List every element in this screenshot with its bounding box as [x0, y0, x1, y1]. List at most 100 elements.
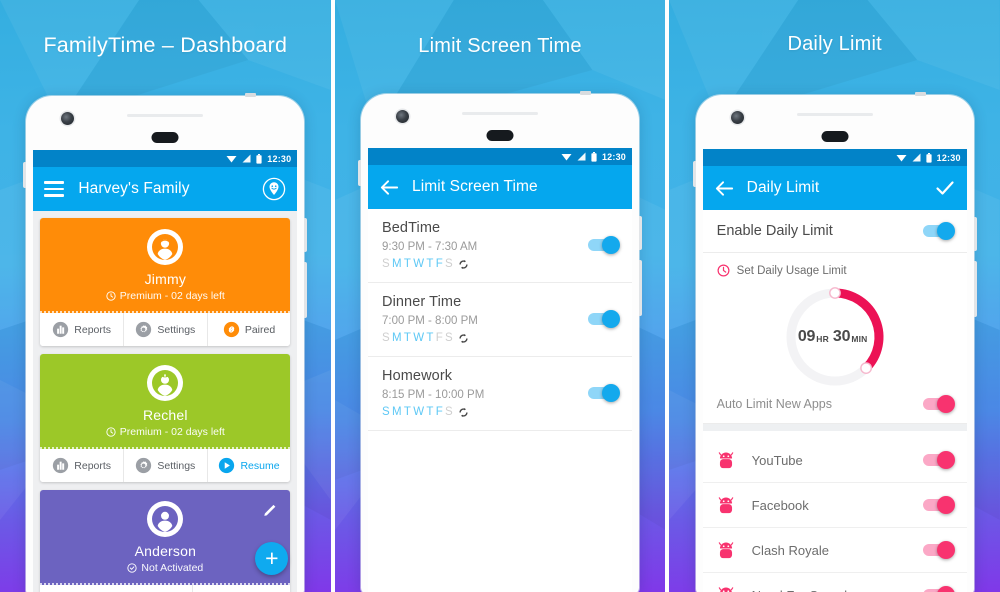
- how-to-activate-button[interactable]: How to Activate/Pair: [40, 585, 193, 592]
- link-icon: [223, 321, 239, 338]
- sensor-icon: [151, 132, 179, 143]
- schedule-title: BedTime: [382, 220, 441, 236]
- phone-bezel-top: [696, 95, 974, 149]
- check-icon[interactable]: [934, 177, 956, 199]
- schedule-toggle[interactable]: [588, 310, 620, 328]
- person-avatar-icon: [147, 501, 184, 537]
- front-camera-icon: [396, 110, 409, 123]
- day-letter: S: [382, 332, 392, 344]
- app-row[interactable]: YouTube: [702, 438, 967, 483]
- auto-limit-toggle[interactable]: [922, 395, 955, 413]
- day-letter: T: [426, 406, 436, 418]
- app-toggle[interactable]: [922, 451, 955, 469]
- settings-button[interactable]: Settings: [124, 449, 208, 482]
- panel-daily-limit: Daily Limit 12:30 Daily Limit Enable Dai…: [669, 0, 1000, 592]
- battery-icon: [256, 153, 262, 164]
- toggle-knob: [936, 451, 955, 469]
- earpiece-icon: [127, 114, 204, 117]
- schedule-toggle[interactable]: [588, 236, 620, 254]
- kid-card[interactable]: Rechel Premium - 02 days left Reports Se…: [40, 354, 291, 482]
- clock-icon: [106, 291, 116, 301]
- app-toggle[interactable]: [922, 541, 955, 559]
- action-label: Settings: [157, 459, 196, 472]
- signal-icon: [912, 153, 921, 162]
- day-letter: S: [382, 258, 392, 270]
- day-letter: S: [445, 332, 455, 344]
- schedule-title: Dinner Time: [382, 294, 462, 310]
- reports-button[interactable]: Reports: [40, 313, 124, 346]
- action-label: Paired: [244, 323, 276, 336]
- kid-status: Premium - 02 days left: [40, 426, 290, 438]
- app-toggle[interactable]: [922, 496, 955, 514]
- repeat-icon: [458, 259, 469, 270]
- repeat-icon: [458, 333, 469, 344]
- pencil-icon[interactable]: [263, 502, 278, 522]
- bar-chart-icon: [53, 321, 69, 338]
- reports-button[interactable]: Reports: [40, 449, 124, 482]
- toggle-knob: [936, 496, 955, 514]
- kid-status: Premium - 02 days left: [40, 290, 290, 302]
- status-bar: 12:30: [33, 150, 298, 167]
- phone-bezel-top: [361, 94, 639, 148]
- boy-avatar-icon: [147, 229, 184, 265]
- app-row[interactable]: Need For Speed: [702, 573, 967, 592]
- schedule-row[interactable]: Dinner Time 7:00 PM - 8:00 PM SMTWTFS: [368, 283, 632, 357]
- settings-button[interactable]: Settings: [124, 313, 208, 346]
- day-letter: T: [426, 332, 436, 344]
- phone-screen: 12:30 Daily Limit Enable Daily Limit Set…: [702, 149, 967, 592]
- phone-left-button: [692, 161, 696, 187]
- location-pin-icon[interactable]: [262, 177, 286, 201]
- enable-daily-limit-toggle[interactable]: [922, 222, 955, 240]
- kid-name: Jimmy: [144, 271, 187, 287]
- schedule-time: 9:30 PM - 7:30 AM: [382, 241, 478, 253]
- app-row[interactable]: Facebook: [702, 483, 967, 528]
- auto-limit-row[interactable]: Auto Limit New Apps: [717, 395, 955, 415]
- dial-value: 09 HR 30 MIN: [779, 281, 891, 393]
- back-arrow-icon[interactable]: [379, 177, 400, 198]
- panel-caption: Limit Screen Time: [418, 35, 582, 57]
- day-letter: M: [391, 406, 404, 418]
- toggle-knob: [936, 586, 955, 592]
- toggle-knob: [936, 541, 955, 559]
- schedule-time: 8:15 PM - 10:00 PM: [382, 389, 485, 401]
- phone-frame: 12:30 Daily Limit Enable Daily Limit Set…: [692, 92, 977, 592]
- gear-icon: [136, 457, 152, 474]
- add-child-fab[interactable]: +: [255, 542, 289, 575]
- sensor-icon: [821, 131, 849, 142]
- schedule-row[interactable]: Homework 8:15 PM - 10:00 PM SMTWTFS: [368, 357, 632, 431]
- paired-button[interactable]: Paired: [208, 313, 291, 346]
- toggle-knob: [602, 384, 620, 402]
- device-id-button[interactable]: FT536: [193, 585, 291, 592]
- resume-button[interactable]: Resume: [208, 449, 291, 482]
- kid-card-actions: How to Activate/Pair FT536: [40, 585, 291, 592]
- enable-daily-limit-label: Enable Daily Limit: [716, 223, 833, 239]
- day-letter: W: [413, 406, 427, 418]
- clock-icon: [106, 427, 116, 437]
- phone-frame: 12:30 Limit Screen Time BedTime 9:30 PM …: [358, 91, 642, 592]
- app-row[interactable]: Clash Royale: [702, 528, 967, 573]
- phone-power-button: [304, 218, 308, 252]
- usage-limit-dial[interactable]: 09 HR 30 MIN: [779, 281, 891, 393]
- kid-card[interactable]: Jimmy Premium - 02 days left Reports Set…: [40, 218, 291, 346]
- kid-status-text: Not Activated: [141, 562, 204, 574]
- schedule-days: SMTWTFS: [382, 258, 588, 270]
- toggle-knob: [936, 395, 955, 413]
- kid-card-header: Anderson Not Activated: [40, 490, 291, 585]
- phone-volume-button: [304, 262, 308, 318]
- schedule-toggle[interactable]: [588, 384, 620, 402]
- dial-hours: 09: [797, 328, 816, 345]
- action-label: Settings: [157, 323, 196, 336]
- wifi-icon: [896, 155, 907, 162]
- kid-card-header: Jimmy Premium - 02 days left: [40, 218, 291, 313]
- app-bar: Limit Screen Time: [368, 165, 632, 209]
- kid-status-text: Premium - 02 days left: [119, 426, 225, 438]
- kid-card[interactable]: Anderson Not Activated How to Activate/P…: [40, 490, 291, 592]
- back-arrow-icon[interactable]: [714, 178, 735, 199]
- day-letter: M: [391, 258, 404, 270]
- screenshot-stage: FamilyTime – Dashboard 12:30 Harvey's Fa…: [0, 0, 1000, 592]
- enable-daily-limit-row[interactable]: Enable Daily Limit: [702, 210, 967, 253]
- gear-icon: [136, 321, 152, 338]
- schedule-row[interactable]: BedTime 9:30 PM - 7:30 AM SMTWTFS: [368, 209, 632, 283]
- section-gap: [702, 424, 967, 431]
- hamburger-menu-icon[interactable]: [44, 181, 65, 197]
